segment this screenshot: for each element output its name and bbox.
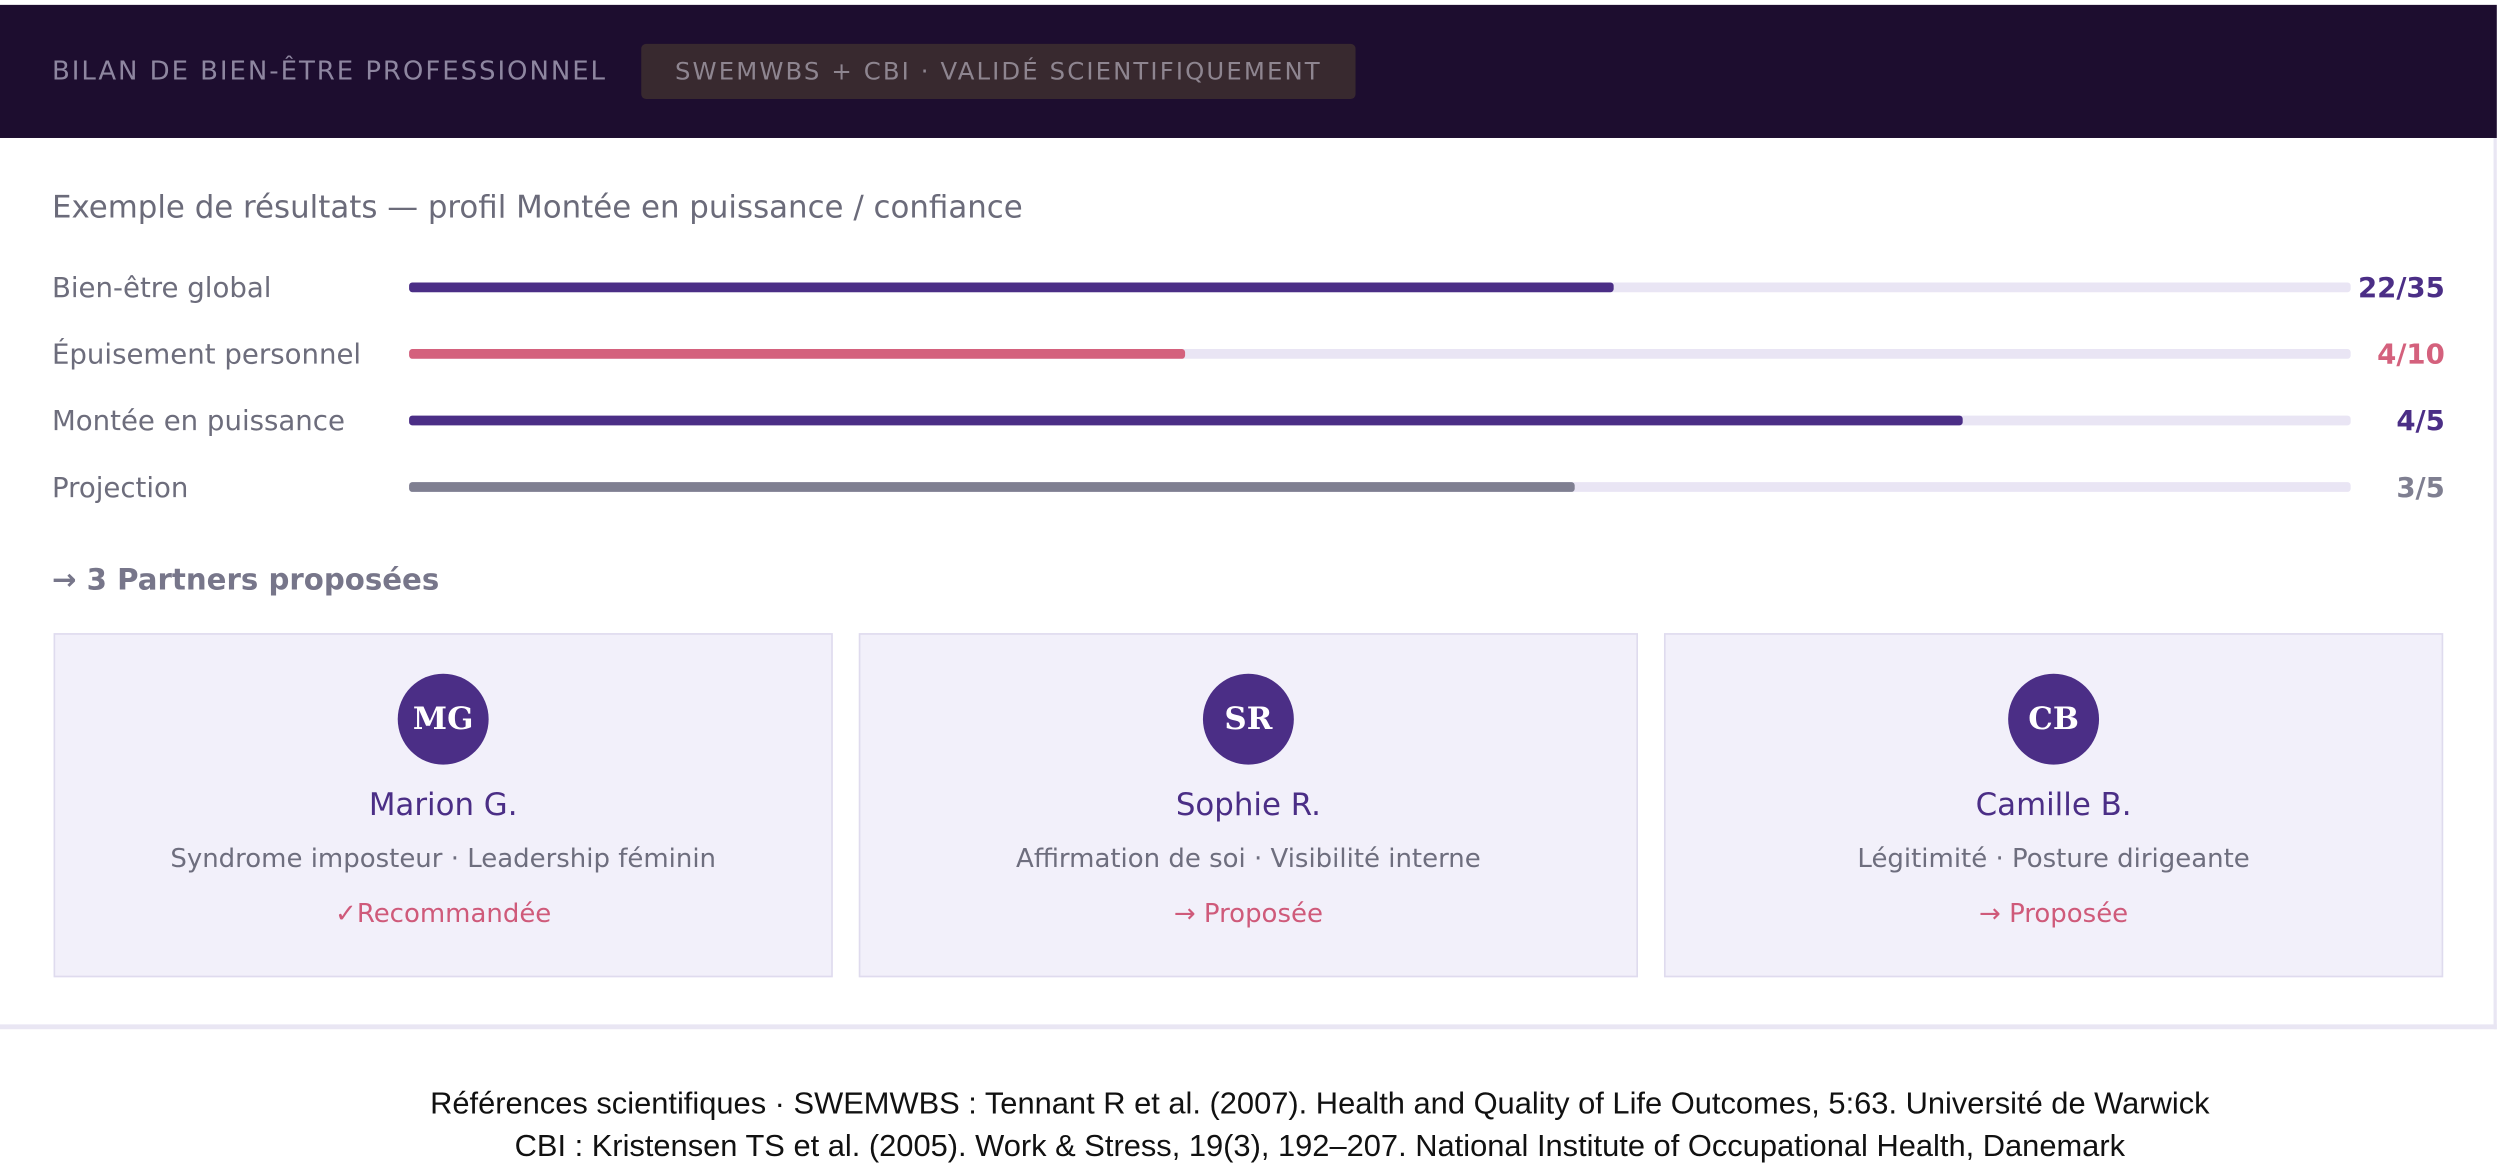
metric-label-montee: Montée en puissance — [51, 405, 345, 439]
results-subtitle: Exemple de résultats — profil Montée en … — [51, 189, 1023, 226]
metric-label-projection: Projection — [51, 472, 189, 505]
partner-name: Sophie R. — [1175, 787, 1321, 824]
validation-badge: SWEMWBS + CBI · VALIDÉ SCIENTIFIQUEMENT — [641, 43, 1356, 100]
partner-specialties: Affirmation de soi · Visibilité interne — [1016, 842, 1481, 874]
partners-heading: → 3 Partners proposées — [51, 563, 440, 598]
metric-fill-montee — [409, 415, 1963, 426]
metric-value-projection: 3/5 — [2396, 472, 2445, 505]
stage: BILAN DE BIEN-ÊTRE PROFESSIONNEL SWEMWBS… — [0, 0, 2500, 1169]
partner-card[interactable]: SR Sophie R. Affirmation de soi · Visibi… — [858, 633, 1639, 978]
partner-status: → Proposée — [1173, 897, 1323, 929]
report-title: BILAN DE BIEN-ÊTRE PROFESSIONNEL — [51, 55, 607, 87]
reference-line: CBI : Kristensen TS et al. (2005). Work … — [514, 1129, 2126, 1164]
scientific-references: Références scientifiques · SWEMWBS : Ten… — [0, 1084, 2500, 1168]
metric-bar-projection — [409, 482, 2351, 492]
partner-specialties: Syndrome imposteur · Leadership féminin — [170, 842, 717, 874]
partner-status: ✓Recommandée — [335, 897, 552, 929]
partner-name: Marion G. — [368, 787, 518, 824]
metric-value-epuisement: 4/10 — [2377, 339, 2445, 372]
metric-bar-epuisement — [409, 349, 2351, 359]
partner-card[interactable]: CB Camille B. Légitimité · Posture dirig… — [1663, 633, 2444, 978]
metric-fill-bien-etre — [409, 282, 1613, 293]
metric-bar-montee — [409, 415, 2351, 426]
partner-card[interactable]: MG Marion G. Syndrome imposteur · Leader… — [53, 633, 833, 978]
metric-fill-epuisement — [409, 349, 1186, 359]
report-header: BILAN DE BIEN-ÊTRE PROFESSIONNEL SWEMWBS… — [0, 4, 2497, 138]
metric-label-epuisement: Épuisement personnel — [51, 339, 362, 372]
partner-specialties: Légitimité · Posture dirigeante — [1857, 842, 2250, 874]
partner-name: Camille B. — [1975, 787, 2132, 824]
metric-label-bien-etre: Bien-être global — [51, 272, 272, 306]
partner-status: → Proposée — [1979, 897, 2129, 929]
wellbeing-report-card: BILAN DE BIEN-ÊTRE PROFESSIONNEL SWEMWBS… — [0, 4, 2497, 1030]
metric-value-bien-etre: 22/35 — [2357, 272, 2445, 306]
avatar: CB — [2008, 673, 2100, 765]
avatar: MG — [397, 673, 489, 765]
avatar: SR — [1202, 673, 1294, 765]
metric-value-montee: 4/5 — [2396, 405, 2445, 439]
reference-line: Références scientifiques · SWEMWBS : Ten… — [430, 1087, 2210, 1122]
metric-bar-bien-etre — [409, 282, 2351, 293]
metric-fill-projection — [409, 482, 1575, 492]
